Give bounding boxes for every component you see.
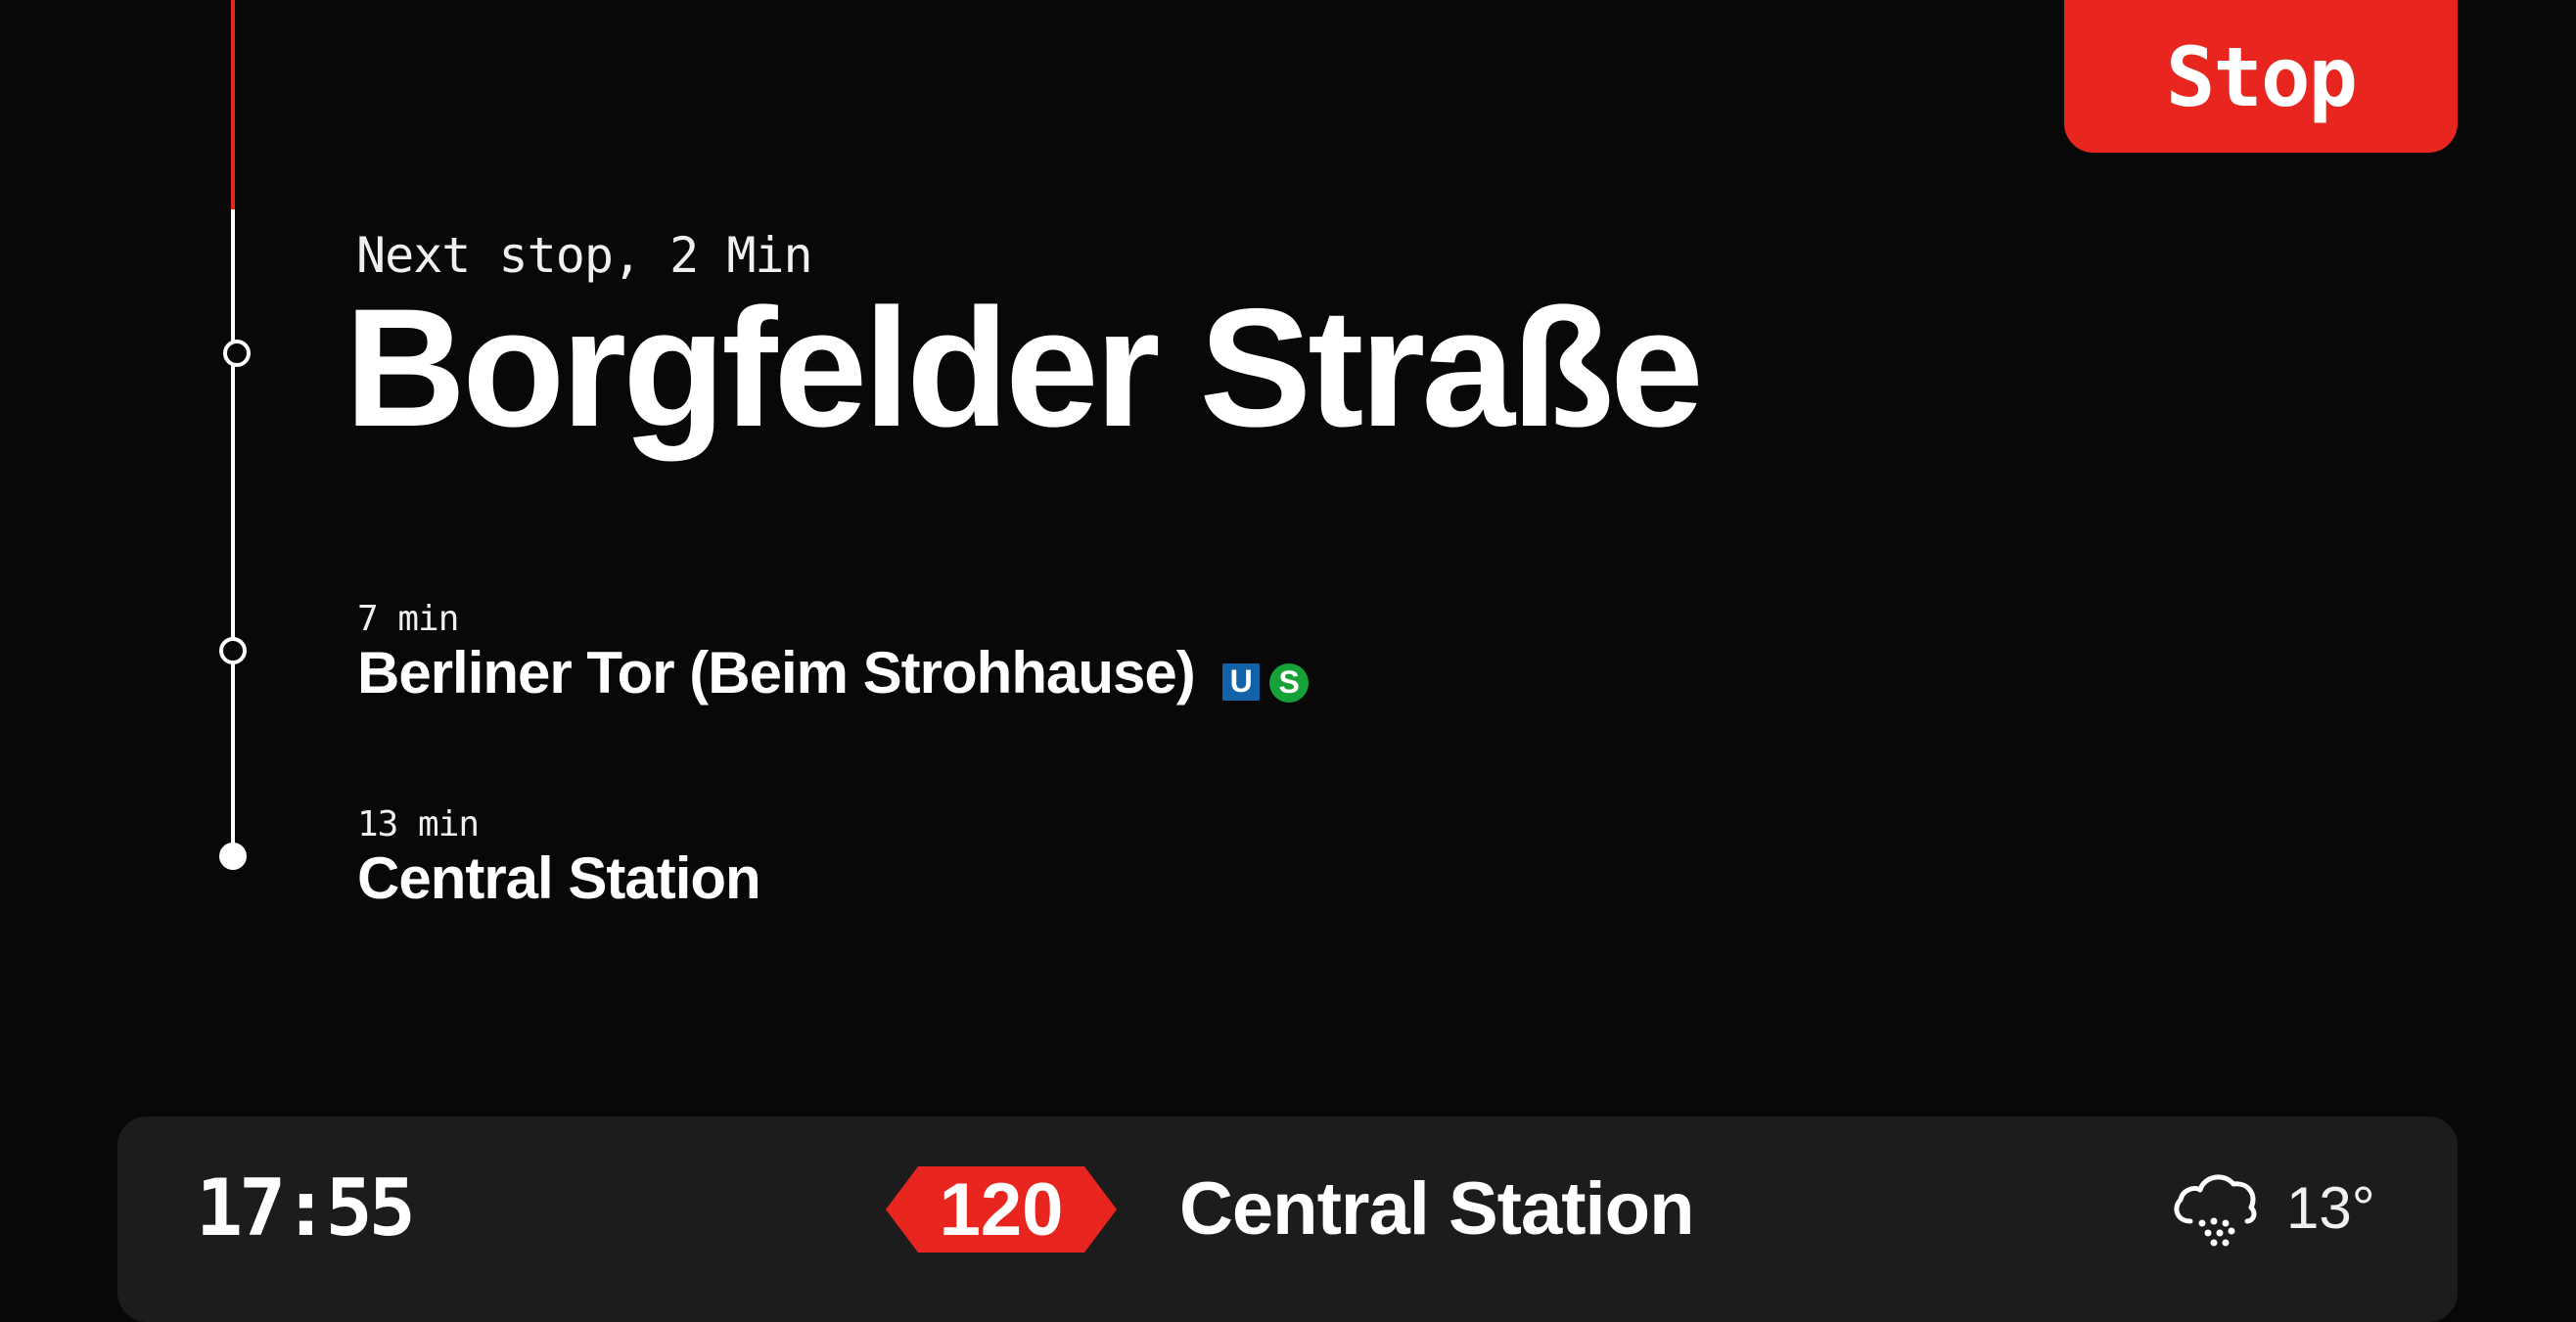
stop-name: Central Station [357, 845, 761, 911]
stop-name: Berliner Tor (Beim Strohhause) [357, 640, 1196, 706]
stop-eta: 13 min [357, 804, 480, 844]
temperature: 13° [2286, 1175, 2375, 1241]
upcoming-stop: 13 min Central Station [357, 804, 761, 912]
u-bahn-icon: U [1222, 662, 1261, 701]
timeline-node-next-stop [223, 340, 251, 367]
transfer-badges: U S [1222, 662, 1310, 703]
upcoming-stop: 7 min Berliner Tor (Beim Strohhause) U S [357, 599, 1310, 708]
snow-cloud-icon [2174, 1174, 2257, 1247]
stop-request-button[interactable]: Stop [2064, 0, 2458, 153]
stop-eta: 7 min [357, 599, 459, 639]
timeline-node-terminus [219, 843, 247, 870]
route-number-badge: 120 [886, 1166, 1117, 1253]
clock: 17:55 [196, 1162, 416, 1254]
next-stop-name: Borgfelder Straße [345, 274, 1704, 462]
destination: Central Station [1179, 1167, 1694, 1251]
s-bahn-icon: S [1269, 662, 1310, 703]
timeline-traveled [231, 0, 235, 209]
timeline-node-stop-2 [219, 637, 247, 664]
timeline-remaining [231, 209, 235, 857]
